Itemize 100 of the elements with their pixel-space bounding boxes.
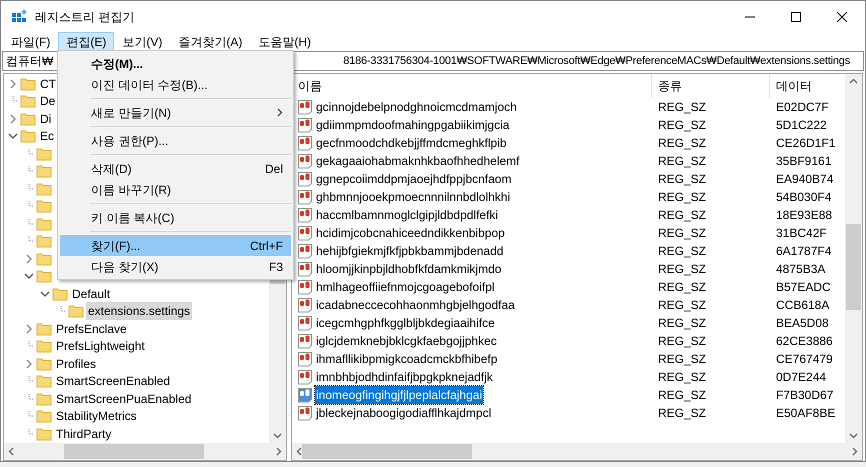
- value-name[interactable]: jbleckejnaboogigodiafflhkajdmpcl: [315, 404, 492, 422]
- window-title: 레지스트리 편집기: [35, 8, 134, 26]
- tree-item[interactable]: De: [38, 92, 58, 110]
- chevron-right-icon[interactable]: [8, 78, 18, 89]
- tree-item[interactable]: PrefsLightweight: [54, 337, 147, 356]
- tree-item[interactable]: SmartScreenEnabled: [54, 372, 172, 390]
- folder-icon: [20, 93, 36, 110]
- table-cell-text: REG_SZ: [657, 315, 708, 332]
- tree-item[interactable]: Default: [70, 284, 112, 303]
- table-cell-text: REG_SZ: [657, 405, 708, 422]
- string-value-icon: [297, 351, 313, 367]
- scroll-up-icon[interactable]: [849, 78, 858, 84]
- table-cell-text: REG_SZ: [657, 261, 708, 278]
- menu-bar-item[interactable]: 도움말(H): [250, 32, 319, 51]
- folder-icon: [20, 110, 36, 127]
- table-cell-text: 54B030F4: [775, 189, 832, 206]
- table-cell-text: 5D1C222: [775, 117, 828, 134]
- value-name[interactable]: hehijbfgiekmjfkfjpbkbammjbdenadd: [315, 242, 504, 260]
- value-name[interactable]: ghbmnnjooekpmoecnnnilnnbdlolhkhi: [315, 188, 512, 206]
- value-name[interactable]: gekagaaiohabmaknhkbaofhhedhelemf: [315, 152, 520, 170]
- value-name[interactable]: gdiimmpmdoofmahingpgabiikimjgcia: [315, 116, 510, 134]
- chevron-down-icon[interactable]: [40, 288, 50, 299]
- table-cell-text: REG_SZ: [657, 117, 708, 134]
- tree-item[interactable]: ThirdParty: [54, 424, 114, 443]
- value-name[interactable]: icegcmhgphfkgglbljbkdegiaaihifce: [315, 314, 496, 332]
- table-cell-text: REG_SZ: [657, 153, 708, 170]
- value-name[interactable]: hloomjjkinpbjldhobfkfdamkmikjmdo: [315, 260, 502, 278]
- menu-item[interactable]: 이진 데이터 수정(B)...: [60, 74, 291, 95]
- value-name[interactable]: imnbhbjodhdinfaifjbpgkpknejadfjk: [315, 368, 494, 386]
- folder-icon: [36, 390, 52, 407]
- menu-item[interactable]: 이름 바꾸기(R): [60, 179, 291, 200]
- value-name[interactable]: ggnepcoiimddpmjaoejhdfppjbcnfaom: [315, 170, 512, 188]
- address-text: 컴퓨터₩: [6, 53, 54, 70]
- chevron-right-icon[interactable]: [24, 254, 34, 264]
- folder-icon: [36, 426, 52, 442]
- menu-bar-item[interactable]: 파일(F): [3, 32, 58, 51]
- string-value-icon: [297, 297, 313, 313]
- scroll-left-icon[interactable]: [8, 447, 14, 456]
- tree-item[interactable]: StabilityMetrics: [54, 407, 139, 426]
- scroll-right-icon[interactable]: [852, 447, 858, 456]
- scroll-right-icon[interactable]: [276, 447, 282, 456]
- value-name[interactable]: haccmlbamnmoglclgipjldbdpdlfefki: [315, 206, 500, 224]
- table-cell-text: E50AF8BE: [775, 405, 836, 422]
- folder-icon: [36, 163, 52, 180]
- scroll-thumb[interactable]: [64, 444, 204, 459]
- scrollbar[interactable]: [292, 443, 862, 460]
- tree-item[interactable]: Profiles: [54, 354, 98, 373]
- tree-item[interactable]: PrefsEnclave: [54, 320, 129, 338]
- chevron-right-icon[interactable]: [24, 358, 34, 369]
- chevron-down-icon[interactable]: [8, 131, 18, 142]
- scrollbar[interactable]: [4, 443, 286, 460]
- string-value-icon: [297, 135, 313, 151]
- value-name[interactable]: gcinnojdebelpnodghnoicmcdmamjoch: [315, 98, 518, 116]
- chevron-down-icon[interactable]: [24, 271, 34, 282]
- string-value-icon: [297, 405, 313, 421]
- folder-icon: [52, 286, 68, 302]
- column-header[interactable]: 종류: [652, 74, 770, 98]
- value-name[interactable]: hmlhageoffiiefnmojcgoagebofoifpl: [315, 278, 496, 296]
- table-cell-text: REG_SZ: [657, 99, 708, 116]
- value-name[interactable]: iglcjdemknebjbklcgkfaebgojjphkec: [315, 332, 498, 350]
- menu-bar-item[interactable]: 즐겨찾기(A): [170, 32, 250, 51]
- value-name[interactable]: icadabneccecohhaonmhgbjelhgodfaa: [315, 296, 516, 314]
- chevron-right-icon[interactable]: [8, 114, 18, 124]
- menu-bar-item[interactable]: 편집(E): [58, 32, 114, 51]
- chevron-right-icon[interactable]: [24, 324, 34, 334]
- tree-item[interactable]: extensions.settings: [86, 302, 192, 320]
- scrollbar[interactable]: [845, 74, 862, 443]
- string-value-icon: [297, 387, 313, 403]
- value-name[interactable]: gecfnmoodchdkebjjffmdcmeghkflpib: [315, 134, 508, 152]
- menu-item[interactable]: 수정(M)...: [60, 53, 291, 74]
- value-name[interactable]: hcidimjcobcnahiceedndikkenbibpop: [315, 224, 506, 242]
- menu-item[interactable]: 새로 만들기(N): [60, 102, 291, 123]
- scroll-thumb[interactable]: [846, 224, 861, 310]
- scroll-down-icon[interactable]: [849, 433, 858, 439]
- string-value-icon: [297, 117, 313, 133]
- menu-item[interactable]: 사용 권한(P)...: [60, 130, 291, 151]
- tree-item[interactable]: CT: [38, 74, 58, 93]
- menu-bar-item[interactable]: 보기(V): [114, 32, 170, 51]
- table-cell-text: 6A1787F4: [775, 243, 832, 260]
- folder-icon: [20, 128, 36, 144]
- folder-icon: [36, 233, 52, 250]
- tree-item[interactable]: Ec: [38, 127, 56, 146]
- folder-icon: [36, 180, 52, 197]
- table-cell-text: REG_SZ: [657, 207, 708, 224]
- string-value-icon: [297, 99, 313, 115]
- tree-item[interactable]: SmartScreenPuaEnabled: [54, 390, 194, 408]
- menu-item[interactable]: 삭제(D) Del: [60, 158, 291, 179]
- menu-item[interactable]: 다음 찾기(X) F3: [60, 256, 291, 277]
- tree-item[interactable]: Di: [38, 110, 54, 128]
- table-cell-text: CE26D1F1: [775, 135, 836, 152]
- scroll-left-icon[interactable]: [296, 447, 302, 456]
- scroll-thumb[interactable]: [302, 444, 472, 459]
- value-name[interactable]: inomeogfingihgjfjlpeplalcfajhgai: [315, 386, 484, 404]
- menu-item[interactable]: 키 이름 복사(C): [60, 207, 291, 228]
- scroll-down-icon[interactable]: [273, 433, 282, 439]
- maximize-icon: [791, 12, 801, 22]
- menu-item[interactable]: 찾기(F)... Ctrl+F: [60, 235, 291, 256]
- value-name[interactable]: ihmafllikibpmigkcoadcmckbfhibefp: [315, 350, 498, 368]
- table-cell-text: CE767479: [775, 351, 834, 368]
- folder-icon: [68, 303, 84, 320]
